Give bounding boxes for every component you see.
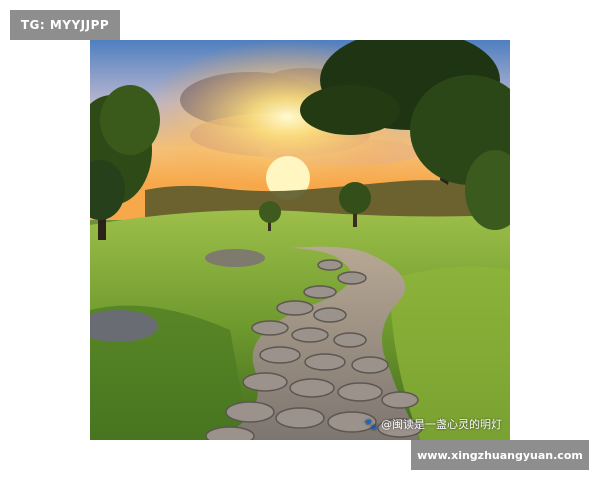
top-watermark-text: TG: MYYJJPP [20, 18, 110, 32]
landscape-illustration [90, 40, 510, 440]
top-watermark-badge: TG: MYYJJPP [10, 10, 120, 40]
bottom-watermark-badge: www.xingzhuangyuan.com [411, 440, 589, 470]
landscape-photo: 🐾 @闽读是一盏心灵的明灯 [90, 40, 510, 440]
weibo-watermark: 🐾 @闽读是一盏心灵的明灯 [364, 416, 502, 432]
bottom-watermark-text: www.xingzhuangyuan.com [417, 448, 583, 462]
weibo-watermark-text: @闽读是一盏心灵的明灯 [381, 418, 502, 431]
paw-icon: 🐾 [364, 417, 378, 431]
rock-midfield [205, 249, 265, 267]
